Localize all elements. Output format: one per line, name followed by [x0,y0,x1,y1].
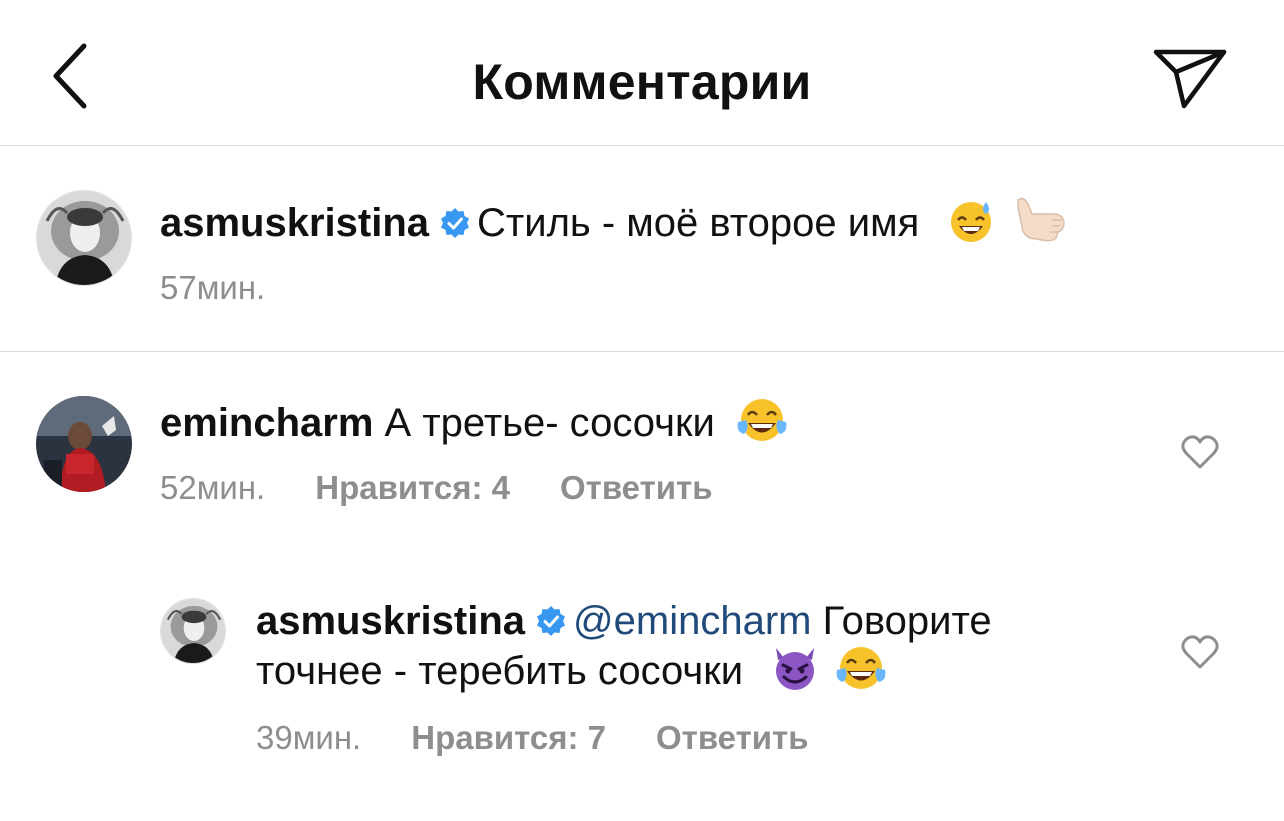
caption-text-line: asmuskristina Стиль - моё второе имя [160,194,1068,246]
heart-icon [1181,635,1219,669]
reply-button[interactable]: Ответить [656,719,809,756]
like-button[interactable] [1180,632,1220,672]
back-button[interactable] [40,36,110,116]
mention-link[interactable]: @emincharm [573,599,811,643]
avatar[interactable] [160,598,226,664]
comment-text-line: emincharm А третье- сосочки [160,396,788,446]
call-me-hand-emoji [1016,197,1065,242]
comment-meta: 52мин. Нравится: 4 Ответить [160,468,713,508]
page-title: Комментарии [472,54,812,110]
timestamp: 39мин. [256,719,362,756]
caption-text: Стиль - моё второе имя [477,201,920,245]
header-bar: Комментарии [0,0,1284,146]
paper-plane-icon [1153,49,1227,109]
chevron-left-icon [53,43,87,109]
tears-of-joy-emoji [737,399,787,441]
comment-text: А третье- сосочки [384,401,715,445]
verified-badge-icon [537,606,566,636]
reply-button[interactable]: Ответить [560,469,713,506]
avatar[interactable] [36,396,132,492]
timestamp: 52мин. [160,469,266,506]
sweat-smile-emoji [951,202,992,242]
username[interactable]: asmuskristina [256,599,525,643]
reply-text-continued: точнее - теребить сосочки [256,649,744,693]
avatar[interactable] [36,190,132,286]
smiling-devil-emoji [776,648,815,690]
username[interactable]: asmuskristina [160,201,429,245]
timestamp: 57мин. [160,269,266,306]
reply-text-line-2: точнее - теребить сосочки [256,644,887,694]
like-button[interactable] [1180,432,1220,472]
tears-of-joy-emoji [836,647,886,689]
verified-badge-icon [441,208,470,238]
reply-meta: 39мин. Нравится: 7 Ответить [256,718,809,758]
caption: asmuskristina Стиль - моё второе имя 57м… [0,146,1284,352]
caption-meta: 57мин. [160,268,265,308]
reply-text-line-1: asmuskristina @emincharm Говорите [256,598,992,644]
likes-count-button[interactable]: Нравится: 4 [315,469,510,506]
likes-count-button[interactable]: Нравится: 7 [411,719,606,756]
heart-icon [1181,435,1219,469]
share-button[interactable] [1150,44,1230,114]
avatar-photo [37,191,131,285]
reply-text: Говорите [822,599,992,643]
avatar-photo [161,599,225,663]
avatar-photo [36,396,132,492]
username[interactable]: emincharm [160,401,373,445]
